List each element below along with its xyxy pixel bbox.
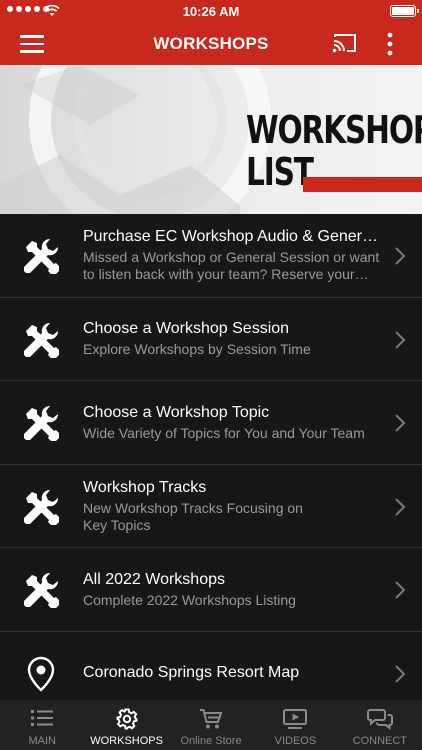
gear-icon xyxy=(116,708,138,730)
list-item-purchase-audio[interactable]: Purchase EC Workshop Audio & General Ses… xyxy=(0,214,422,298)
status-time: 10:26 AM xyxy=(182,4,240,19)
more-options-icon[interactable] xyxy=(380,31,400,57)
list-item-subtitle: Complete 2022 Workshops Listing xyxy=(83,591,296,608)
tab-label: WORKSHOPS xyxy=(90,735,163,747)
workshop-list: Purchase EC Workshop Audio & General Ses… xyxy=(0,214,422,715)
list-item-subtitle: Explore Workshops by Session Time xyxy=(83,341,311,358)
list-item-all-workshops[interactable]: All 2022 Workshops Complete 2022 Worksho… xyxy=(0,548,422,632)
chevron-right-icon xyxy=(395,664,406,683)
list-item-title: Choose a Workshop Topic xyxy=(83,403,270,421)
list-item-workshop-session[interactable]: Choose a Workshop Session Explore Worksh… xyxy=(0,297,422,381)
hamburger-menu-icon[interactable] xyxy=(20,35,44,53)
list-item-subtitle: Missed a Workshop or General Session or … xyxy=(83,249,380,283)
hero-accent-bar xyxy=(303,177,422,192)
hero-banner: WORKSHOP LIST xyxy=(0,65,422,214)
tab-label: MAIN xyxy=(28,735,56,747)
chevron-right-icon xyxy=(395,497,406,516)
map-pin-icon xyxy=(27,656,55,692)
chat-icon xyxy=(366,709,393,730)
page-title: WORKSHOPS xyxy=(153,34,269,53)
tab-label: VIDEOS xyxy=(274,735,317,747)
tab-videos[interactable]: VIDEOS xyxy=(253,700,337,750)
tools-icon xyxy=(24,405,59,441)
list-item-subtitle: Wide Variety of Topics for You and Your … xyxy=(83,424,365,441)
cart-icon xyxy=(200,709,223,729)
list-item-title: Coronado Springs Resort Map xyxy=(83,663,300,681)
tab-workshops[interactable]: WORKSHOPS xyxy=(84,700,168,750)
video-icon xyxy=(283,709,308,729)
tools-icon xyxy=(24,489,59,525)
cast-icon[interactable] xyxy=(332,32,358,54)
list-item-title: All 2022 Workshops xyxy=(83,570,225,588)
battery-icon xyxy=(390,5,419,17)
list-icon xyxy=(31,710,54,726)
chevron-right-icon xyxy=(395,330,406,349)
nav-bar: WORKSHOPS xyxy=(0,22,422,65)
tab-main[interactable]: MAIN xyxy=(0,700,84,750)
tab-label: CONNECT xyxy=(352,735,408,747)
chevron-right-icon xyxy=(395,581,406,599)
hero-title-line1: WORKSHOP xyxy=(246,108,422,152)
chevron-right-icon xyxy=(395,414,406,432)
list-item-title: Choose a Workshop Session xyxy=(83,320,290,338)
tab-connect[interactable]: CONNECT xyxy=(338,700,422,750)
list-item-workshop-topic[interactable]: Choose a Workshop Topic Wide Variety of … xyxy=(0,381,422,465)
list-item-title: Workshop Tracks xyxy=(83,478,207,496)
list-item-workshop-tracks[interactable]: Workshop Tracks New Workshop Tracks Focu… xyxy=(0,464,422,548)
tools-icon xyxy=(24,322,59,358)
tab-bar: MAIN WORKSHOPS Online Store VIDEOS CONNE… xyxy=(0,700,422,750)
status-bar: 10:26 AM xyxy=(0,0,422,22)
list-item-subtitle: New Workshop Tracks Focusing on Key Topi… xyxy=(83,499,303,533)
tools-icon xyxy=(24,572,59,608)
tab-online-store[interactable]: Online Store xyxy=(169,700,253,750)
tab-label: Online Store xyxy=(180,735,242,747)
list-item-title: Purchase EC Workshop Audio & General Ses… xyxy=(83,228,383,246)
chevron-right-icon xyxy=(395,247,406,265)
tools-icon xyxy=(24,238,59,274)
